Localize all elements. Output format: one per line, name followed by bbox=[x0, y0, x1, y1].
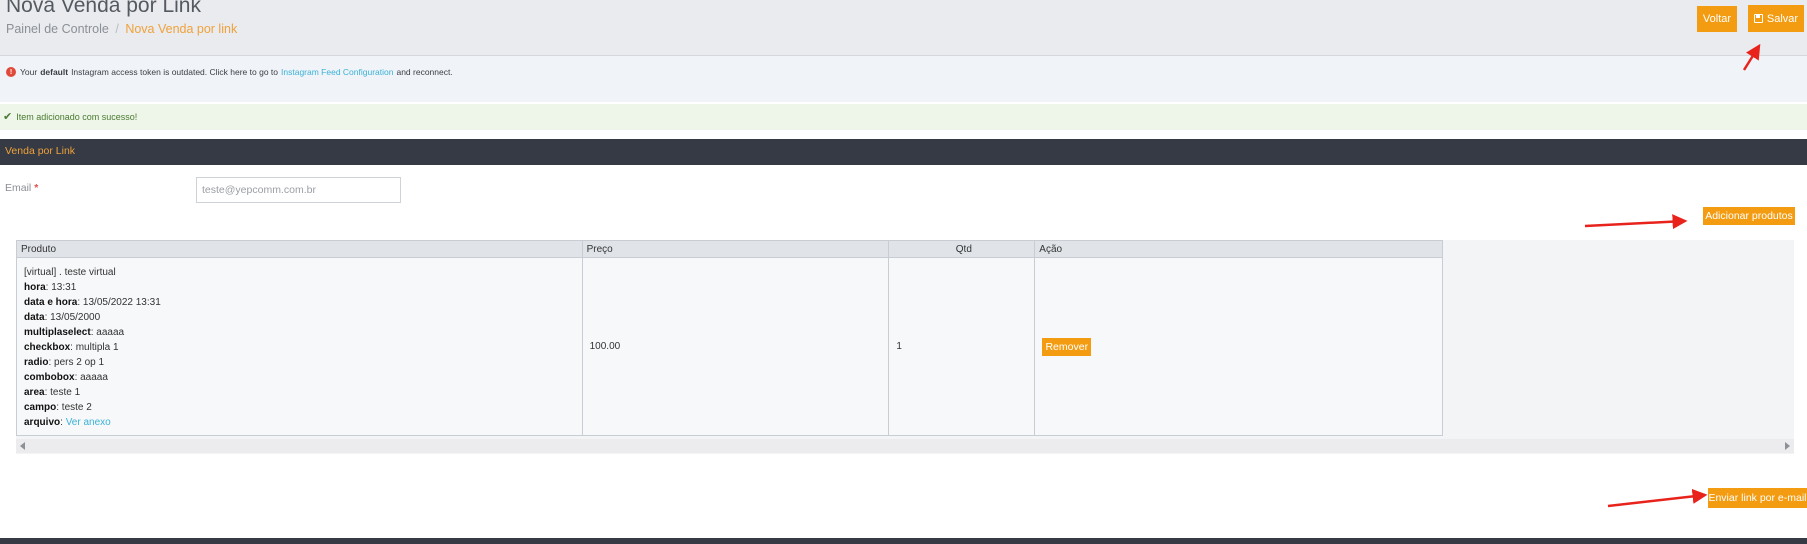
qty-cell: 1 bbox=[888, 257, 1036, 436]
column-header-product: Produto bbox=[16, 240, 583, 258]
success-alert: ✔ Item adicionado com sucesso! bbox=[0, 104, 1807, 130]
attribute-key: hora bbox=[24, 282, 46, 293]
attribute-multiplaselect: multiplaselect: aaaaa bbox=[24, 327, 125, 338]
breadcrumb: Painel de Controle / Nova Venda por link bbox=[6, 22, 237, 36]
attribute-data-e-hora: data e hora: 13/05/2022 13:31 bbox=[24, 297, 161, 308]
footer-bar bbox=[0, 538, 1807, 544]
attribute-key: data e hora bbox=[24, 297, 78, 308]
page-title: Nova Venda por Link bbox=[6, 0, 201, 17]
attribute-key: area bbox=[24, 387, 45, 398]
horizontal-scrollbar[interactable] bbox=[16, 439, 1794, 453]
alert-text-middle: Instagram access token is outdated. Clic… bbox=[71, 67, 279, 77]
attribute-value: pers 2 op 1 bbox=[54, 357, 105, 368]
attribute-value: aaaaa bbox=[96, 327, 125, 338]
alert-text-before: Your bbox=[20, 67, 38, 77]
attribute-key: multiplaselect bbox=[24, 327, 91, 338]
attribute-value: teste 2 bbox=[61, 402, 92, 413]
required-mark: * bbox=[34, 182, 39, 194]
save-button-label: Salvar bbox=[1766, 12, 1799, 25]
attribute-checkbox: checkbox: multipla 1 bbox=[24, 342, 119, 353]
price-cell: 100.00 bbox=[581, 257, 890, 436]
remove-button[interactable]: Remover bbox=[1042, 337, 1092, 356]
annotation-arrow-add bbox=[1584, 214, 1688, 230]
attribute-value: 13/05/2000 bbox=[50, 312, 101, 323]
check-icon: ✔ bbox=[3, 111, 13, 123]
attribute-value: teste 1 bbox=[50, 387, 81, 398]
back-button[interactable]: Voltar bbox=[1697, 6, 1737, 32]
attribute-key: checkbox bbox=[24, 342, 71, 353]
attribute-key: radio bbox=[24, 357, 49, 368]
attribute-key: arquivo bbox=[24, 417, 61, 428]
attribute-key: data bbox=[24, 312, 45, 323]
attribute-area: area: teste 1 bbox=[24, 387, 81, 398]
triangle-right-icon[interactable] bbox=[1785, 442, 1790, 450]
panel-header: Venda por Link bbox=[0, 139, 1807, 165]
product-details: [virtual] . teste virtual hora: 13:31 da… bbox=[24, 263, 582, 430]
attribute-value: 13/05/2022 13:31 bbox=[82, 297, 161, 308]
action-cell: Remover bbox=[1034, 257, 1443, 436]
attribute-data: data: 13/05/2000 bbox=[24, 312, 101, 323]
success-alert-text: Item adicionado com sucesso! bbox=[16, 111, 138, 122]
attribute-key: campo bbox=[24, 402, 57, 413]
breadcrumb-separator: / bbox=[115, 22, 119, 36]
products-table-container: Produto Preço Qtd Ação [virtual] . teste… bbox=[16, 240, 1794, 454]
email-label: Email * bbox=[5, 182, 38, 194]
instagram-token-alert: ! Your default Instagram access token is… bbox=[0, 56, 1807, 102]
products-table: Produto Preço Qtd Ação [virtual] . teste… bbox=[16, 240, 1443, 436]
success-alert-message: ✔ Item adicionado com sucesso! bbox=[3, 110, 137, 123]
table-header-row: Produto Preço Qtd Ação bbox=[16, 240, 1443, 258]
exclamation-circle-icon: ! bbox=[6, 67, 16, 77]
email-label-text: Email bbox=[5, 182, 32, 194]
attribute-value: multipla 1 bbox=[75, 342, 119, 353]
product-cell: [virtual] . teste virtual hora: 13:31 da… bbox=[16, 257, 583, 436]
attribute-arquivo: arquivo: Ver anexo bbox=[24, 417, 111, 428]
column-header-qty: Qtd bbox=[888, 240, 1036, 258]
save-button[interactable]: Salvar bbox=[1748, 5, 1804, 32]
breadcrumb-home[interactable]: Painel de Controle bbox=[6, 22, 109, 36]
breadcrumb-current: Nova Venda por link bbox=[125, 22, 238, 36]
attribute-value: 13:31 bbox=[51, 282, 77, 293]
column-header-price: Preço bbox=[581, 240, 890, 258]
attribute-campo: campo: teste 2 bbox=[24, 402, 92, 413]
annotation-arrow-send bbox=[1607, 488, 1708, 508]
instagram-alert-message: ! Your default Instagram access token is… bbox=[6, 67, 453, 77]
column-header-action: Ação bbox=[1034, 240, 1443, 258]
alert-text-bold: default bbox=[40, 67, 69, 77]
email-field[interactable] bbox=[196, 177, 401, 203]
floppy-disk-icon bbox=[1753, 14, 1763, 23]
triangle-left-icon[interactable] bbox=[20, 442, 25, 450]
page-header: Nova Venda por Link Painel de Controle /… bbox=[0, 0, 1807, 56]
add-products-button[interactable]: Adicionar produtos bbox=[1703, 207, 1795, 225]
send-link-email-button[interactable]: Enviar link por e-mail bbox=[1708, 488, 1807, 508]
panel-title: Venda por Link bbox=[5, 145, 76, 157]
attribute-radio: radio: pers 2 op 1 bbox=[24, 357, 105, 368]
instagram-feed-config-link[interactable]: Instagram Feed Configuration bbox=[281, 67, 393, 77]
alert-text-after: and reconnect. bbox=[396, 67, 453, 77]
view-attachment-link[interactable]: Ver anexo bbox=[66, 417, 111, 428]
attribute-key: combobox bbox=[24, 372, 75, 383]
attribute-combobox: combobox: aaaaa bbox=[24, 372, 108, 383]
table-row: [virtual] . teste virtual hora: 13:31 da… bbox=[16, 257, 1443, 436]
attribute-value: aaaaa bbox=[80, 372, 108, 383]
product-name: [virtual] . teste virtual bbox=[24, 267, 116, 278]
attribute-hora: hora: 13:31 bbox=[24, 282, 77, 293]
